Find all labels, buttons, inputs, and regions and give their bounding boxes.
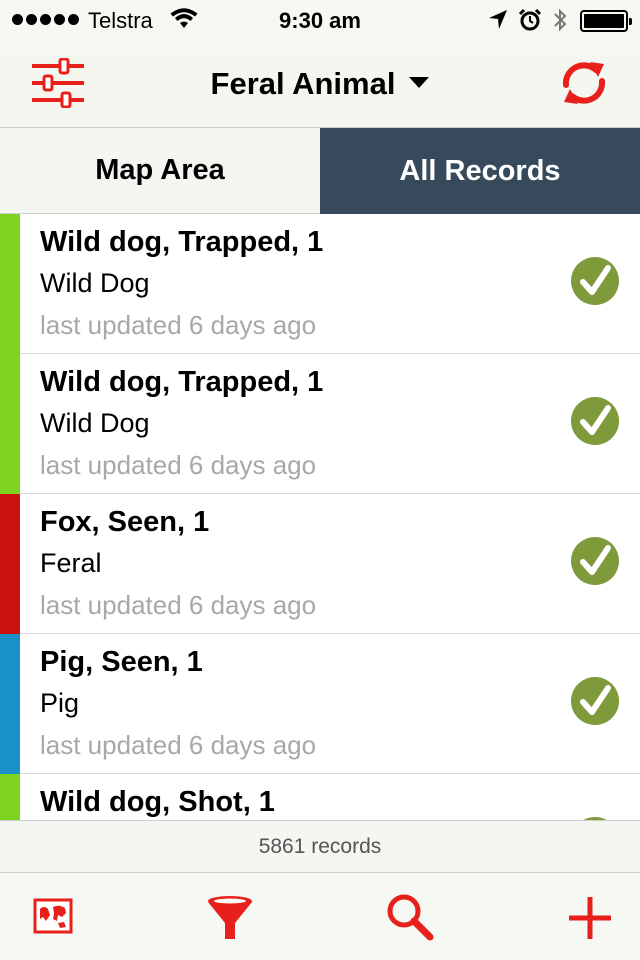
category-color-bar bbox=[0, 634, 20, 774]
category-color-bar bbox=[0, 214, 20, 354]
synced-check-icon bbox=[571, 397, 619, 445]
view-segmented-control: Map Area All Records bbox=[0, 128, 640, 214]
bluetooth-icon bbox=[554, 8, 567, 32]
tab-all-records[interactable]: All Records bbox=[320, 128, 640, 214]
battery-icon bbox=[580, 10, 632, 32]
record-title: Pig, Seen, 1 bbox=[40, 646, 203, 678]
record-count: 5861 records bbox=[0, 820, 640, 872]
bottom-toolbar bbox=[0, 872, 640, 960]
category-color-bar bbox=[0, 354, 20, 494]
page-title: Feral Animal bbox=[210, 66, 396, 101]
synced-check-icon bbox=[571, 257, 619, 305]
category-color-bar bbox=[0, 774, 20, 820]
category-color-bar bbox=[0, 494, 20, 634]
record-title: Wild dog, Trapped, 1 bbox=[40, 366, 324, 398]
alarm-icon bbox=[518, 8, 542, 31]
search-icon[interactable] bbox=[386, 893, 436, 943]
records-list[interactable]: Wild dog, Trapped, 1 Wild Dog last updat… bbox=[0, 214, 640, 820]
list-item[interactable]: Wild dog, Trapped, 1 Wild Dog last updat… bbox=[0, 214, 640, 354]
map-icon[interactable] bbox=[32, 893, 82, 943]
synced-check-icon bbox=[571, 677, 619, 725]
filter-icon[interactable] bbox=[205, 893, 255, 943]
location-arrow-icon bbox=[489, 10, 507, 29]
clock: 9:30 am bbox=[279, 8, 361, 33]
refresh-icon[interactable] bbox=[558, 58, 610, 108]
list-item[interactable]: Pig, Seen, 1 Pig last updated 6 days ago bbox=[0, 634, 640, 774]
record-title: Wild dog, Shot, 1 bbox=[40, 786, 275, 818]
chevron-down-icon bbox=[409, 77, 430, 88]
record-title: Fox, Seen, 1 bbox=[40, 506, 210, 538]
list-item[interactable]: Fox, Seen, 1 Feral last updated 6 days a… bbox=[0, 494, 640, 634]
record-updated: last updated 6 days ago bbox=[40, 590, 317, 620]
list-item[interactable]: Wild dog, Shot, 1 bbox=[0, 774, 640, 820]
record-type-dropdown[interactable]: Feral Animal bbox=[0, 66, 640, 102]
record-subtitle: Wild Dog bbox=[40, 408, 150, 438]
record-title: Wild dog, Trapped, 1 bbox=[40, 226, 324, 258]
record-updated: last updated 6 days ago bbox=[40, 730, 317, 760]
synced-check-icon bbox=[571, 537, 619, 585]
record-subtitle: Wild Dog bbox=[40, 268, 150, 298]
record-updated: last updated 6 days ago bbox=[40, 450, 317, 480]
record-updated: last updated 6 days ago bbox=[40, 310, 317, 340]
tab-map-area[interactable]: Map Area bbox=[0, 128, 320, 214]
add-icon[interactable] bbox=[565, 893, 615, 943]
record-subtitle: Pig bbox=[40, 688, 80, 718]
status-bar: Telstra 9:30 am bbox=[0, 0, 640, 40]
record-subtitle: Feral bbox=[40, 548, 102, 578]
top-navigation: Telstra 9:30 am Feral Animal bbox=[0, 0, 640, 128]
list-item[interactable]: Wild dog, Trapped, 1 Wild Dog last updat… bbox=[0, 354, 640, 494]
